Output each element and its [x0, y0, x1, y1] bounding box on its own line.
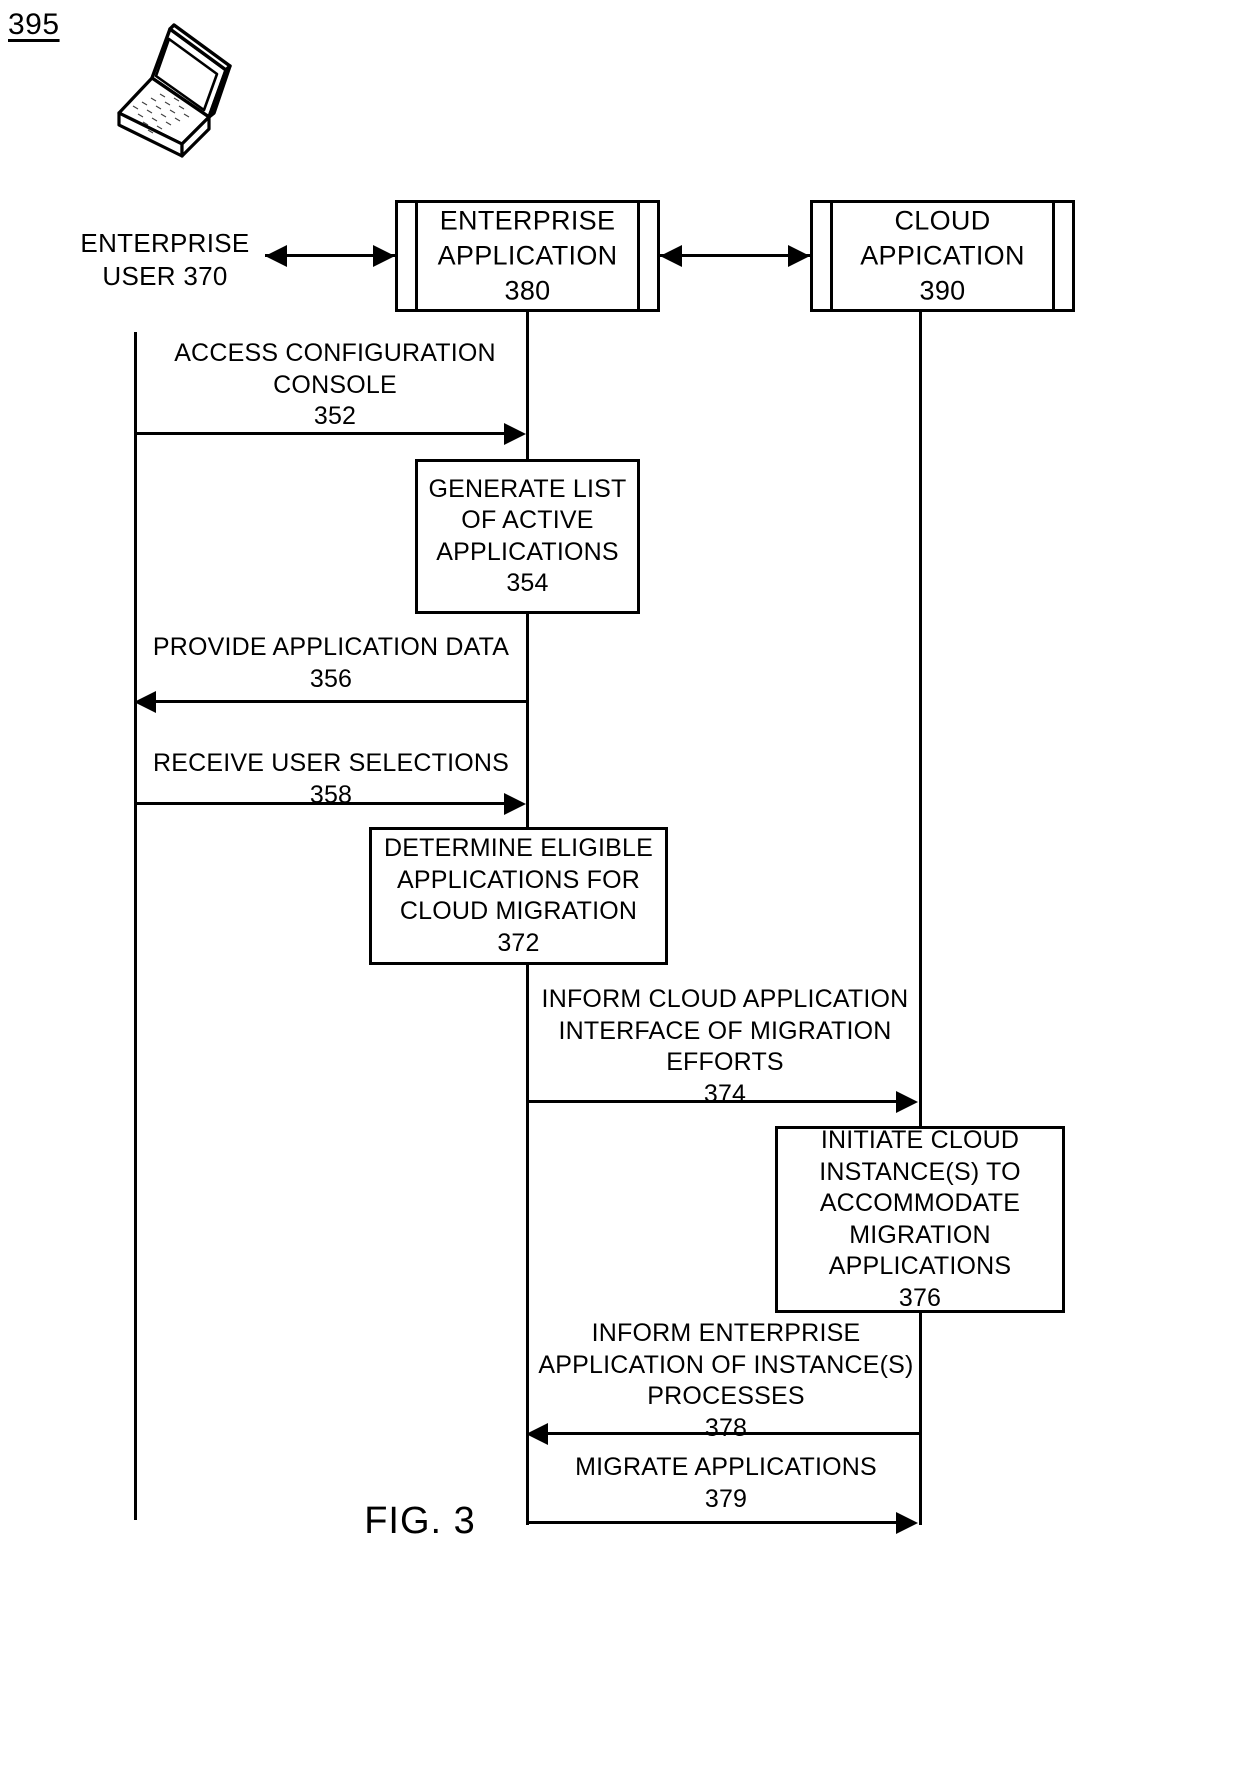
message-label-374: INFORM CLOUD APPLICATION INTERFACE OF MI… — [541, 985, 909, 1108]
box-rail-left — [415, 203, 418, 309]
process-box-372: DETERMINE ELIGIBLE APPLICATIONS FOR CLOU… — [369, 827, 668, 965]
message-label-356: PROVIDE APPLICATION DATA 356 — [152, 633, 510, 693]
patent-figure-canvas: 395 ENTERPRISE USER 370 ENTERPRISE APPLI… — [0, 0, 1240, 1790]
lifeline-enterprise-user — [134, 332, 137, 1520]
figure-reference-numeral: 395 — [8, 8, 60, 41]
message-label-378: INFORM ENTERPRISE APPLICATION OF INSTANC… — [538, 1319, 914, 1442]
participant-box-cloud-application: CLOUD APPICATION 390 — [810, 200, 1075, 312]
laptop-icon — [78, 22, 268, 192]
process-box-376: INITIATE CLOUD INSTANCE(S) TO ACCOMMODAT… — [775, 1126, 1065, 1313]
figure-caption: FIG. 3 — [364, 1500, 476, 1542]
box-rail-left — [830, 203, 833, 309]
participant-box-enterprise-application: ENTERPRISE APPLICATION 380 — [395, 200, 660, 312]
process-label-376: INITIATE CLOUD INSTANCE(S) TO ACCOMMODAT… — [819, 1126, 1021, 1312]
process-label-372: DETERMINE ELIGIBLE APPLICATIONS FOR CLOU… — [384, 834, 653, 957]
process-label-354: GENERATE LIST OF ACTIVE APPLICATIONS 354 — [428, 474, 627, 598]
box-rail-right — [1052, 203, 1055, 309]
message-label-352: ACCESS CONFIGURATION CONSOLE 352 — [174, 339, 496, 430]
box-rail-right — [637, 203, 640, 309]
actor-label-enterprise-user: ENTERPRISE USER 370 — [80, 228, 250, 292]
participant-label-enterprise-application: ENTERPRISE APPLICATION 380 — [437, 205, 618, 306]
participant-label-cloud-application: CLOUD APPICATION 390 — [860, 205, 1025, 306]
process-box-354: GENERATE LIST OF ACTIVE APPLICATIONS 354 — [415, 459, 640, 614]
